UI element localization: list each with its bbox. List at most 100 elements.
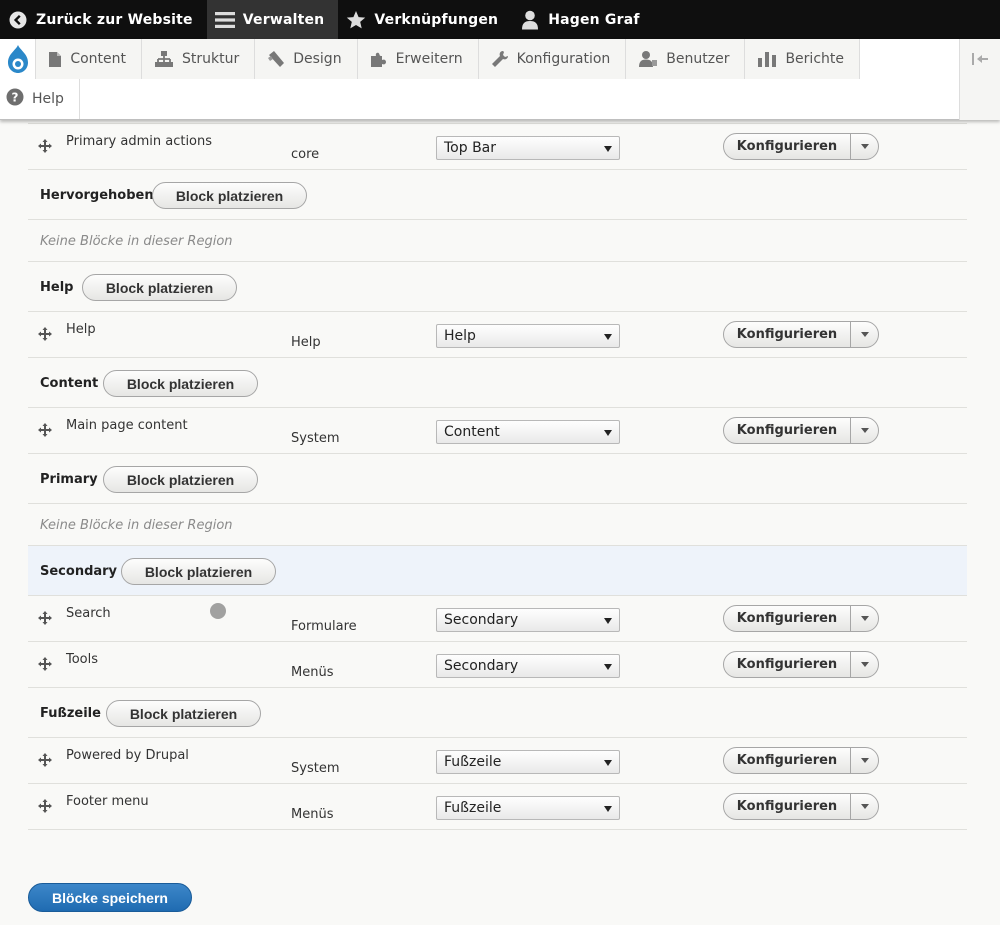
tray-item-reports[interactable]: Berichte <box>745 39 860 79</box>
dropbutton-toggle[interactable] <box>851 652 878 677</box>
place-block-button[interactable]: Block platzieren <box>106 700 261 727</box>
region-select[interactable]: Content <box>436 420 620 444</box>
place-block-button[interactable]: Block platzieren <box>121 558 276 585</box>
collapse-tray-button[interactable] <box>959 39 1000 120</box>
region-row: Primary Block platzieren <box>28 454 967 504</box>
puzzle-icon <box>370 50 388 68</box>
region-select[interactable]: Secondary <box>436 608 620 632</box>
chevron-down-icon <box>860 662 869 667</box>
region-select-value: Content <box>444 424 500 440</box>
configure-button[interactable]: Konfigurieren <box>724 652 851 677</box>
block-category: Formulare <box>291 619 357 634</box>
save-blocks-button[interactable]: Blöcke speichern <box>28 883 192 912</box>
tray-item-content[interactable]: Content <box>36 39 142 79</box>
tray-item-configuration[interactable]: Konfiguration <box>479 39 627 79</box>
configure-button[interactable]: Konfigurieren <box>724 748 851 773</box>
region-select[interactable]: Top Bar <box>436 136 620 160</box>
configure-dropbutton: Konfigurieren <box>723 651 879 678</box>
tray-item-extend[interactable]: Erweitern <box>358 39 479 79</box>
chevron-down-icon <box>860 144 869 149</box>
block-row: Tools Menüs Secondary Konfigurieren <box>28 642 967 688</box>
block-category: System <box>291 431 340 446</box>
drag-handle-icon[interactable] <box>38 326 52 341</box>
user-tab[interactable]: Hagen Graf <box>512 0 653 39</box>
block-category: System <box>291 761 340 776</box>
block-row: Main page content System Content Konfigurie… <box>28 408 967 454</box>
tray-item-label: Design <box>293 51 342 67</box>
admin-toolbar: Zurück zur Website Verwalten Verknüpfung… <box>0 0 1000 39</box>
svg-text:?: ? <box>12 91 19 105</box>
configure-dropbutton: Konfigurieren <box>723 321 879 348</box>
place-block-button[interactable]: Block platzieren <box>103 370 258 397</box>
block-row: Search Formulare Secondary Konfigurieren <box>28 596 967 642</box>
region-select[interactable]: Fußzeile <box>436 796 620 820</box>
dropbutton-toggle[interactable] <box>851 606 878 631</box>
region-select[interactable]: Help <box>436 324 620 348</box>
back-to-site-link[interactable]: Zurück zur Website <box>0 0 207 39</box>
dropdown-arrow-icon <box>604 760 612 766</box>
manage-label: Verwalten <box>242 11 325 28</box>
dropbutton-toggle[interactable] <box>851 418 878 443</box>
dropdown-arrow-icon <box>604 618 612 624</box>
tray-item-label: Help <box>32 91 64 107</box>
configure-dropbutton: Konfigurieren <box>723 605 879 632</box>
wrench-icon <box>491 50 509 68</box>
bar-chart-icon <box>757 50 777 68</box>
block-category: Menüs <box>291 665 334 680</box>
place-block-button[interactable]: Block platzieren <box>152 182 307 209</box>
place-block-button[interactable]: Block platzieren <box>82 274 237 301</box>
tray-item-help[interactable]: ? Help <box>0 79 80 119</box>
dropdown-arrow-icon <box>604 664 612 670</box>
region-row: Secondary Block platzieren <box>28 546 967 596</box>
chevron-down-icon <box>860 758 869 763</box>
collapse-icon <box>970 51 990 70</box>
tray-item-structure[interactable]: Struktur <box>142 39 256 79</box>
region-row: Help Block platzieren <box>28 262 967 312</box>
drag-handle-icon[interactable] <box>38 610 52 625</box>
drag-handle-icon[interactable] <box>38 752 52 767</box>
drag-handle-icon[interactable] <box>38 798 52 813</box>
drag-handle-icon[interactable] <box>38 422 52 437</box>
tray-item-users[interactable]: Benutzer <box>626 39 746 79</box>
tray-item-label: Berichte <box>785 51 844 67</box>
drupal-logo-icon[interactable] <box>0 39 37 79</box>
shortcuts-tab[interactable]: Verknüpfungen <box>338 0 512 39</box>
dropbutton-toggle[interactable] <box>851 748 878 773</box>
empty-region-row: Keine Blöcke in dieser Region <box>28 504 967 546</box>
block-name: Main page content <box>66 418 188 433</box>
drag-handle-icon[interactable] <box>38 656 52 671</box>
configure-button[interactable]: Konfigurieren <box>724 794 851 819</box>
tray-item-design[interactable]: Design <box>255 39 358 79</box>
block-name: Help <box>66 322 96 337</box>
block-name: Powered by Drupal <box>66 748 189 763</box>
region-select-value: Fußzeile <box>444 754 502 770</box>
configure-dropbutton: Konfigurieren <box>723 793 879 820</box>
drag-handle-icon[interactable] <box>38 138 52 153</box>
user-label: Hagen Graf <box>548 11 640 28</box>
help-icon: ? <box>6 88 24 110</box>
configure-button[interactable]: Konfigurieren <box>724 606 851 631</box>
configure-button[interactable]: Konfigurieren <box>724 418 851 443</box>
toolbar-tray: Content Struktur Design Erweitern Konfig… <box>0 39 1000 120</box>
page-icon <box>48 51 62 68</box>
configure-dropbutton: Konfigurieren <box>723 747 879 774</box>
region-select-value: Secondary <box>444 658 519 674</box>
dropdown-arrow-icon <box>604 806 612 812</box>
dropbutton-toggle[interactable] <box>851 794 878 819</box>
block-row: Powered by Drupal System Fußzeile Konfiguri… <box>28 738 967 784</box>
place-block-button[interactable]: Block platzieren <box>103 466 258 493</box>
region-title: Secondary <box>40 564 118 579</box>
configure-button[interactable]: Konfigurieren <box>724 322 851 347</box>
region-select[interactable]: Fußzeile <box>436 750 620 774</box>
region-row: Fußzeile Block platzieren <box>28 688 967 738</box>
region-title: Primary <box>40 472 98 487</box>
chevron-down-icon <box>860 332 869 337</box>
block-row: Footer menu Menüs Fußzeile Konfigurieren <box>28 784 967 830</box>
tray-item-label: Konfiguration <box>516 51 611 67</box>
region-select[interactable]: Secondary <box>436 654 620 678</box>
brush-icon <box>267 50 285 68</box>
configure-button[interactable]: Konfigurieren <box>724 134 851 159</box>
manage-tab[interactable]: Verwalten <box>206 0 339 39</box>
dropbutton-toggle[interactable] <box>851 322 878 347</box>
dropbutton-toggle[interactable] <box>851 134 878 159</box>
